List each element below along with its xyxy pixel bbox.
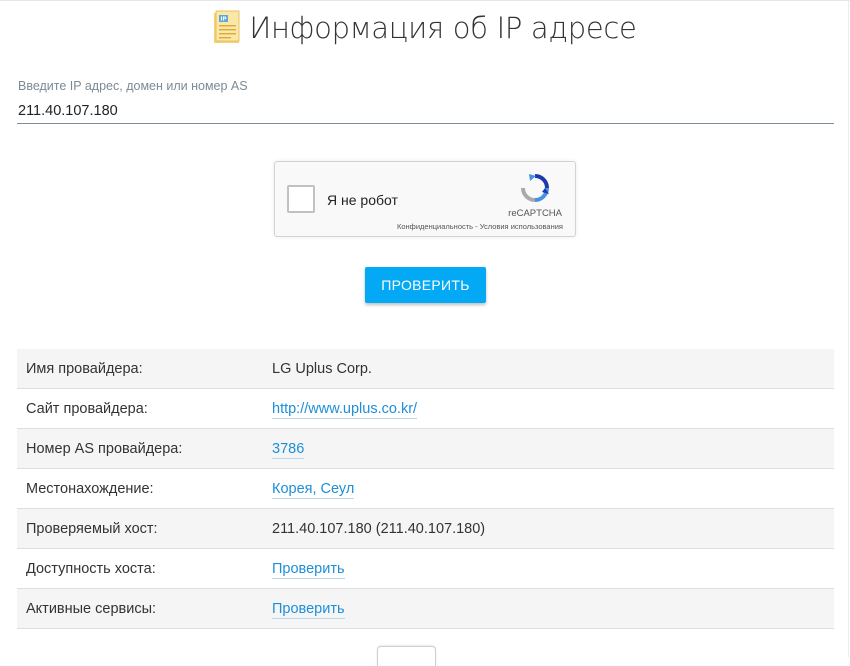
icon-label: IP xyxy=(221,17,227,23)
recaptcha-widget: Я не робот reCAPTCHA Конфиденциальность … xyxy=(274,161,576,237)
location-link[interactable]: Корея, Сеул xyxy=(272,480,355,499)
right-border xyxy=(848,0,849,657)
ip-info-table: Имя провайдера: LG Uplus Corp. Сайт пров… xyxy=(17,349,834,629)
top-border xyxy=(0,0,850,1)
recaptcha-logo-icon xyxy=(521,174,549,202)
row-label-location: Местонахождение: xyxy=(17,468,272,509)
row-label-active-services: Активные сервисы: xyxy=(17,588,272,629)
check-button[interactable]: ПРОВЕРИТЬ xyxy=(365,267,486,303)
row-value-checked-host: 211.40.107.180 (211.40.107.180) xyxy=(272,508,834,549)
row-label-provider-name: Имя провайдера: xyxy=(17,349,272,389)
row-label-checked-host: Проверяемый хост: xyxy=(17,508,272,549)
ip-search-input[interactable] xyxy=(17,98,834,124)
table-row: Сайт провайдера: http://www.uplus.co.kr/ xyxy=(17,388,834,429)
table-row: Имя провайдера: LG Uplus Corp. xyxy=(17,349,834,389)
row-label-host-availability: Доступность хоста: xyxy=(17,548,272,589)
host-availability-link[interactable]: Проверить xyxy=(272,560,345,579)
active-services-link[interactable]: Проверить xyxy=(272,600,345,619)
bottom-partial-button[interactable] xyxy=(377,646,436,666)
row-label-as-number: Номер AS провайдера: xyxy=(17,428,272,469)
provider-site-link[interactable]: http://www.uplus.co.kr/ xyxy=(272,400,418,419)
table-row: Активные сервисы: Проверить xyxy=(17,588,834,629)
table-row: Местонахождение: Корея, Сеул xyxy=(17,468,834,509)
recaptcha-label: Я не робот xyxy=(327,192,398,208)
ip-document-icon: IP xyxy=(214,10,240,43)
page-title: Информация об IP адресе xyxy=(249,11,637,45)
row-label-provider-site: Сайт провайдера: xyxy=(17,388,272,429)
table-row: Номер AS провайдера: 3786 xyxy=(17,428,834,469)
page-header: IP Информация об IP адресе xyxy=(0,6,850,50)
table-row: Доступность хоста: Проверить xyxy=(17,548,834,589)
recaptcha-links[interactable]: Конфиденциальность - Условия использован… xyxy=(397,222,563,231)
table-row: Проверяемый хост: 211.40.107.180 (211.40… xyxy=(17,508,834,549)
row-value-provider-name: LG Uplus Corp. xyxy=(272,349,834,389)
search-label: Введите IP адрес, домен или номер AS xyxy=(18,79,248,93)
recaptcha-checkbox[interactable] xyxy=(287,185,315,213)
as-number-link[interactable]: 3786 xyxy=(272,440,305,459)
recaptcha-brand: reCAPTCHA xyxy=(508,208,562,219)
